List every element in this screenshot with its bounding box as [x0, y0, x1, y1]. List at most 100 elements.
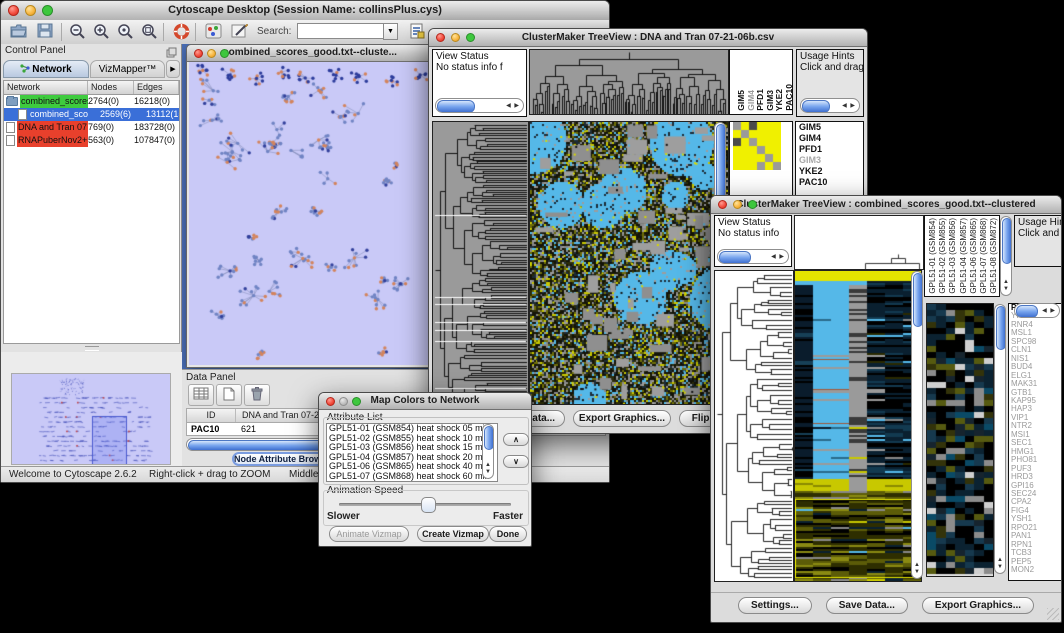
- minimize-icon[interactable]: [733, 200, 742, 209]
- heatmap-canvas[interactable]: [794, 270, 922, 582]
- close-icon[interactable]: [436, 33, 445, 42]
- tab-vizmapper[interactable]: VizMapper™: [90, 60, 165, 78]
- usage-hints-title: Usage Hints: [800, 51, 863, 62]
- scrollbar-arrow-icons[interactable]: ▲ ▼: [914, 562, 920, 576]
- scrollbar-thumb[interactable]: [802, 100, 830, 113]
- column-header-Network[interactable]: Network: [4, 81, 88, 94]
- close-icon[interactable]: [194, 49, 203, 58]
- column-labels-panel: GPL51-01 (GSM854)GPL51-02 (GSM855)GPL51-…: [924, 215, 1000, 297]
- zoom-window-icon[interactable]: [352, 397, 361, 406]
- scrollbar-thumb[interactable]: [1016, 305, 1038, 318]
- row-dendrogram-canvas[interactable]: [714, 270, 794, 582]
- close-icon[interactable]: [326, 397, 335, 406]
- attribute-list[interactable]: GPL51-01 (GSM854) heat shock 05 minGPL51…: [326, 423, 498, 482]
- dialog-button[interactable]: Create Vizmap: [417, 526, 489, 542]
- scrollbar-thumb[interactable]: [996, 306, 1006, 350]
- zoom-window-icon[interactable]: [220, 49, 229, 58]
- scrollbar-thumb[interactable]: [1002, 218, 1012, 264]
- treeview-button[interactable]: Save Data...: [826, 597, 908, 614]
- similarity-matrix-canvas[interactable]: [733, 122, 781, 170]
- speed-slider-track[interactable]: [339, 503, 511, 506]
- treeview-button[interactable]: Export Graphics...: [573, 410, 671, 427]
- column-header-Edges[interactable]: Edges: [134, 81, 179, 94]
- column-dendrogram-canvas[interactable]: [529, 49, 729, 115]
- scrollbar-arrow-icons[interactable]: ▲ ▼: [1003, 279, 1009, 293]
- tab-overflow-button[interactable]: ▶: [166, 60, 180, 78]
- scrollbar-arrow-icons[interactable]: ▲ ▼: [997, 557, 1003, 571]
- vizmapper-icon[interactable]: [201, 22, 225, 42]
- scrollbar-arrow-icons[interactable]: ◀ ▶: [1042, 307, 1056, 314]
- network-list-row[interactable]: RNAPuberNov2+563(0)107847(0): [4, 134, 179, 147]
- help-ring-icon[interactable]: [169, 22, 193, 42]
- row-dendrogram-canvas[interactable]: [432, 121, 529, 405]
- dialog-button[interactable]: Done: [489, 526, 527, 542]
- zoom-window-icon[interactable]: [748, 200, 757, 209]
- delete-attribute-trash-icon[interactable]: [244, 384, 270, 406]
- network-list-row[interactable]: combined_scores2764(0)16218(0): [4, 95, 179, 108]
- v-scrollbar[interactable]: ▲ ▼: [911, 271, 923, 579]
- treeview-button[interactable]: Settings...: [738, 597, 812, 614]
- move-down-button[interactable]: ∨: [503, 455, 529, 468]
- network-list-row[interactable]: DNA and Tran 07769(0)183728(0): [4, 121, 179, 134]
- toolbar-separator: [195, 23, 196, 41]
- usage-hints-title: Usage Hints: [1018, 217, 1061, 228]
- h-scrollbar[interactable]: ◀ ▶: [800, 98, 860, 113]
- select-attributes-icon[interactable]: [188, 384, 214, 406]
- save-session-button[interactable]: [33, 22, 57, 42]
- open-session-button[interactable]: [7, 22, 31, 42]
- h-scrollbar[interactable]: ◀ ▶: [717, 249, 789, 264]
- network-list-header[interactable]: NetworkNodesEdges: [4, 81, 179, 95]
- zoom-heatmap-canvas[interactable]: [926, 303, 994, 577]
- search-dropdown-button[interactable]: ▼: [383, 23, 398, 40]
- scrollbar-thumb[interactable]: [484, 426, 494, 450]
- scrollbar-thumb[interactable]: [913, 273, 923, 327]
- network-canvas[interactable]: [189, 62, 431, 365]
- network-list-row[interactable]: combined_sco2569(6)13112(15): [4, 108, 179, 121]
- minimize-icon[interactable]: [25, 5, 36, 16]
- panel-splitter[interactable]: [1, 344, 182, 352]
- treeview1-titlebar[interactable]: ClusterMaker TreeView : DNA and Tran 07-…: [429, 29, 867, 47]
- tab-network[interactable]: Network: [3, 60, 89, 78]
- gene-label: YKE2: [796, 166, 863, 177]
- scrollbar-arrow-icons[interactable]: ◀ ▶: [506, 102, 520, 109]
- zoom-selected-icon[interactable]: [113, 22, 137, 42]
- main-titlebar[interactable]: Cytoscape Desktop (Session Name: collins…: [1, 1, 609, 21]
- minimize-icon[interactable]: [451, 33, 460, 42]
- column-tree-canvas[interactable]: [794, 215, 924, 270]
- network-overview-canvas[interactable]: [11, 373, 171, 465]
- close-icon[interactable]: [8, 5, 19, 16]
- close-icon[interactable]: [718, 200, 727, 209]
- v-scrollbar[interactable]: ▲ ▼: [1000, 216, 1012, 296]
- scrollbar-thumb[interactable]: [719, 251, 751, 264]
- scrollbar-thumb[interactable]: [437, 100, 475, 113]
- h-scrollbar[interactable]: ◀ ▶: [1014, 303, 1060, 318]
- zoom-fit-icon[interactable]: [137, 22, 161, 42]
- resize-grip[interactable]: [1047, 608, 1059, 620]
- move-up-button[interactable]: ∧: [503, 433, 529, 446]
- gene-label: MON2: [1009, 566, 1061, 574]
- search-input[interactable]: [297, 23, 385, 39]
- column-header-Nodes[interactable]: Nodes: [88, 81, 134, 94]
- treeview2-titlebar[interactable]: ClusterMaker TreeView : combined_scores_…: [711, 196, 1061, 214]
- scrollbar-arrow-icons[interactable]: ◀ ▶: [771, 253, 785, 260]
- new-attribute-icon[interactable]: [216, 384, 242, 406]
- h-scrollbar[interactable]: ◀ ▶: [435, 98, 524, 113]
- zoom-in-icon[interactable]: [89, 22, 113, 42]
- zoom-window-icon[interactable]: [42, 5, 53, 16]
- annotation-icon[interactable]: [227, 22, 251, 42]
- scrollbar-arrow-icons[interactable]: ▲ ▼: [485, 462, 491, 476]
- attribute-table-icon[interactable]: [405, 22, 429, 42]
- v-scrollbar[interactable]: ▲ ▼: [994, 304, 1006, 574]
- minimize-icon[interactable]: [339, 397, 348, 406]
- scrollbar-arrow-icons[interactable]: ◀ ▶: [842, 102, 856, 109]
- v-scrollbar[interactable]: ▲ ▼: [482, 424, 494, 479]
- zoom-out-icon[interactable]: [65, 22, 89, 42]
- network-view-window[interactable]: combined_scores_good.txt--cluste...: [186, 44, 434, 368]
- dialog-titlebar[interactable]: Map Colors to Network: [319, 393, 531, 410]
- zoom-window-icon[interactable]: [466, 33, 475, 42]
- treeview-button[interactable]: Export Graphics...: [922, 597, 1034, 614]
- speed-slider-thumb[interactable]: [421, 497, 436, 513]
- attribute-list-item[interactable]: GPL51-07 (GSM868) heat shock 60 min: [327, 472, 482, 482]
- minimize-icon[interactable]: [207, 49, 216, 58]
- heatmap-canvas[interactable]: [529, 121, 729, 405]
